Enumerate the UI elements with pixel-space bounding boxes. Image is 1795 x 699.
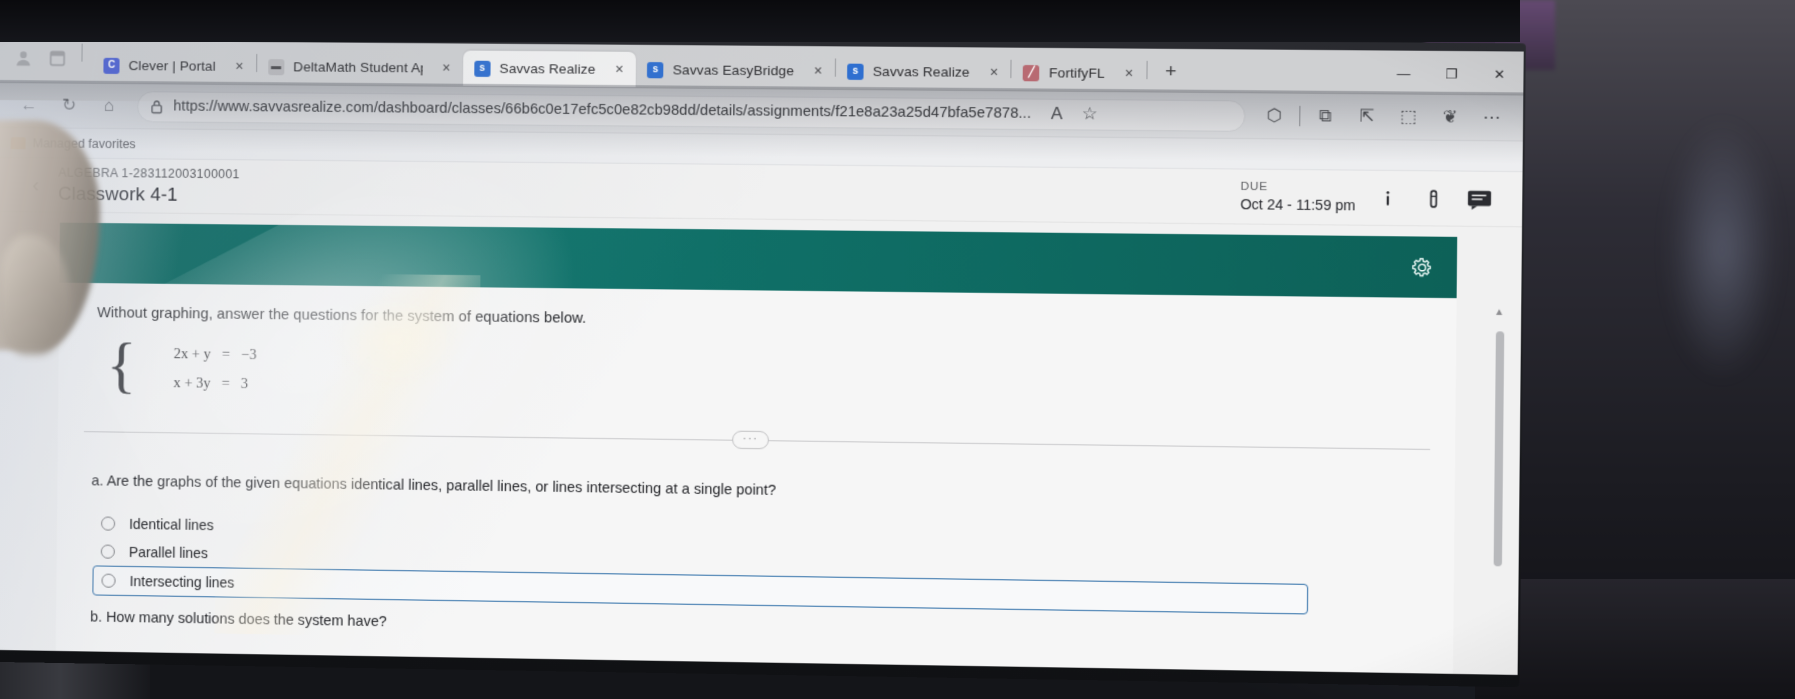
equation-row: x + 3y = 3 [146, 369, 281, 400]
option-label: Identical lines [129, 515, 214, 533]
option-label: Parallel lines [128, 543, 209, 561]
collections-icon[interactable]: ⬡ [1254, 99, 1296, 132]
tab-favicon-savvas: s [474, 60, 491, 77]
option-label: Intersecting lines [129, 572, 235, 591]
tab-search-icon[interactable] [47, 48, 67, 68]
tab-title: Clever | Portal [128, 58, 216, 74]
tab-favicon-fortifyfl: ╱ [1023, 64, 1040, 81]
radio-button-icon[interactable] [101, 516, 116, 531]
back-button[interactable]: ← [9, 89, 49, 121]
browser-tab-0[interactable]: C Clever | Portal × [92, 48, 256, 84]
split-screen-icon[interactable]: ⧉ [1304, 100, 1346, 133]
equation-rhs: 3 [240, 375, 249, 392]
home-button[interactable]: ⌂ [89, 90, 129, 122]
equation-equals: = [221, 375, 230, 392]
browser-essentials-icon[interactable]: ⬚ [1387, 100, 1429, 133]
gear-icon[interactable] [1411, 257, 1432, 278]
scrollbar-thumb[interactable] [1493, 331, 1505, 567]
equation-rhs: −3 [241, 346, 257, 364]
info-icon[interactable] [1374, 185, 1401, 212]
address-bar-actions: A ☆ [1041, 98, 1105, 131]
refresh-button[interactable]: ↻ [49, 89, 89, 121]
equation-list: 2x + y = −3 x + 3y = 3 [146, 340, 281, 399]
favorites-bar-icon[interactable]: ⇱ [1346, 100, 1388, 133]
tab-title: Savvas Realize [872, 63, 970, 80]
problem-content: Without graphing, answer the questions f… [54, 282, 1504, 675]
tab-title: Savvas EasyBridge [672, 62, 795, 79]
due-block: DUE Oct 24 - 11:59 pm [1240, 179, 1356, 215]
radio-button-icon[interactable] [100, 544, 115, 559]
tab-close-button[interactable]: × [1120, 65, 1138, 82]
question-a: a. Are the graphs of the given equations… [91, 472, 777, 499]
tab-close-button[interactable]: × [438, 59, 455, 76]
new-tab-button[interactable]: + [1155, 58, 1186, 87]
photo-of-laptop-screen: C Clever | Portal × ▬ DeltaMath Student … [0, 0, 1795, 699]
profile-icon[interactable] [13, 48, 33, 68]
tab-favicon-clever: C [103, 57, 120, 74]
window-controls: — ❐ ✕ [1380, 59, 1524, 91]
tab-favicon-savvas: s [647, 61, 664, 78]
question-b: b. How many solutions does the system ha… [90, 609, 387, 630]
tab-close-button[interactable]: × [985, 64, 1003, 81]
room-light-glow [1667, 120, 1777, 380]
browser-tab-5[interactable]: ╱ FortifyFL × [1012, 55, 1147, 92]
address-bar[interactable]: https://www.savvasrealize.com/dashboard/… [137, 90, 1246, 132]
browser-window: C Clever | Portal × ▬ DeltaMath Student … [0, 39, 1524, 675]
tab-divider [1146, 60, 1148, 80]
due-date-value: Oct 24 - 11:59 pm [1240, 195, 1356, 214]
settings-and-more-icon[interactable]: ⋯ [1471, 101, 1513, 134]
comments-icon[interactable] [1466, 185, 1493, 212]
problem-prompt: Without graphing, answer the questions f… [97, 305, 587, 327]
minimize-button[interactable]: — [1380, 59, 1428, 90]
tab-title: DeltaMath Student Ap [293, 59, 423, 76]
content-scrollbar[interactable]: ▲ [1493, 307, 1505, 579]
tab-favicon-savvas: s [847, 63, 864, 80]
assignment-header-actions: DUE Oct 24 - 11:59 pm [1240, 179, 1493, 216]
tab-close-button[interactable]: × [231, 58, 248, 75]
tab-close-button[interactable]: × [809, 62, 827, 79]
close-window-button[interactable]: ✕ [1475, 59, 1523, 90]
tab-title: FortifyFL [1048, 65, 1105, 81]
maximize-button[interactable]: ❐ [1427, 59, 1475, 90]
address-bar-url: https://www.savvasrealize.com/dashboard/… [173, 98, 1032, 122]
equation-lhs: 2x + y [173, 346, 211, 363]
toolbar-divider [1299, 105, 1301, 127]
extensions-icon[interactable]: ❦ [1429, 101, 1471, 134]
browser-tab-2-active[interactable]: s Savvas Realize × [462, 50, 637, 88]
tab-title: Savvas Realize [499, 60, 596, 77]
tabstrip-leading-icons [5, 43, 92, 83]
browser-tab-1[interactable]: ▬ DeltaMath Student Ap × [257, 49, 463, 86]
more-options-button[interactable]: ··· [732, 430, 769, 449]
equation-row: 2x + y = −3 [146, 340, 281, 371]
tab-favicon-deltamath: ▬ [267, 58, 285, 75]
equation-lhs: x + 3y [173, 374, 211, 392]
laptop-screen-area: C Clever | Portal × ▬ DeltaMath Student … [0, 0, 1564, 688]
due-label: DUE [1240, 180, 1268, 193]
left-brace: { [106, 331, 137, 400]
browser-tab-4[interactable]: s Savvas Realize × [836, 53, 1011, 90]
tabstrip-divider [81, 43, 83, 62]
answer-options: Identical lines Parallel lines Intersect… [92, 509, 1433, 616]
section-divider: ··· [80, 421, 1435, 461]
favorite-star-icon[interactable]: ☆ [1074, 98, 1105, 131]
browser-tab-3[interactable]: s Savvas EasyBridge × [636, 52, 835, 89]
lock-icon [151, 99, 162, 113]
tab-close-button[interactable]: × [611, 61, 628, 78]
radio-button-icon[interactable] [101, 573, 116, 588]
photo-top-shadow [0, 0, 1520, 42]
scroll-up-arrow[interactable]: ▲ [1494, 307, 1504, 318]
equation-equals: = [221, 346, 231, 363]
system-of-equations: { 2x + y = −3 x + 3y = 3 [106, 331, 1435, 414]
savvas-realize-page: ‹ ALGEBRA 1-283112003100001 Classwork 4-… [0, 157, 1523, 675]
read-aloud-icon[interactable]: A [1041, 98, 1072, 131]
attachment-icon[interactable] [1420, 185, 1447, 212]
